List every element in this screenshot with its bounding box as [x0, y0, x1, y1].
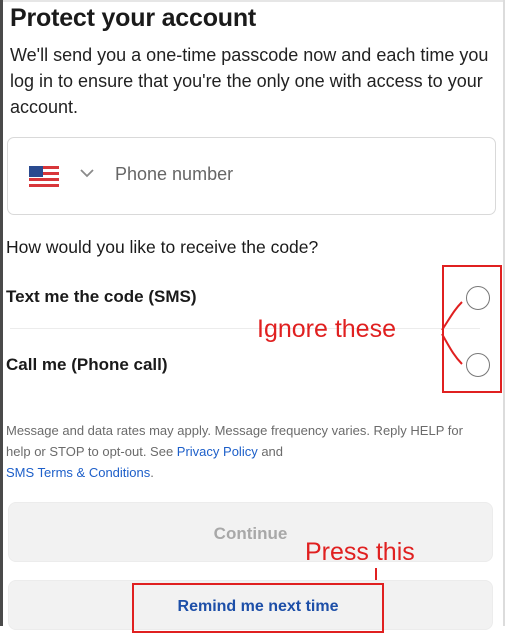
remind-me-button[interactable]: Remind me next time [132, 598, 384, 616]
phone-input-field[interactable]: Phone number [7, 137, 496, 215]
continue-label: Continue [213, 524, 288, 543]
page-title: Protect your account [10, 4, 257, 32]
privacy-policy-link[interactable]: Privacy Policy [177, 444, 258, 459]
ignore-annotation: Ignore these [257, 315, 396, 343]
sms-option-label[interactable]: Text me the code (SMS) [6, 287, 197, 307]
disclaimer-text: Message and data rates may apply. Messag… [6, 420, 486, 483]
page-description: We'll send you a one-time passcode now a… [10, 45, 489, 117]
phone-call-option-label[interactable]: Call me (Phone call) [6, 355, 168, 375]
divider [10, 328, 480, 329]
chevron-down-icon[interactable] [80, 168, 94, 178]
annotation-arrows [441, 301, 463, 365]
disclaimer-end: . [150, 465, 154, 480]
sms-terms-link[interactable]: SMS Terms & Conditions [6, 465, 150, 480]
top-border [0, 0, 505, 2]
phone-number-placeholder[interactable]: Phone number [115, 164, 233, 185]
press-annotation: Press this [305, 538, 415, 566]
us-flag-icon[interactable] [29, 166, 59, 187]
disclaimer-and: and [257, 444, 284, 459]
left-border [0, 0, 3, 626]
continue-button[interactable]: Continue [8, 502, 493, 562]
delivery-question: How would you like to receive the code? [6, 237, 319, 257]
